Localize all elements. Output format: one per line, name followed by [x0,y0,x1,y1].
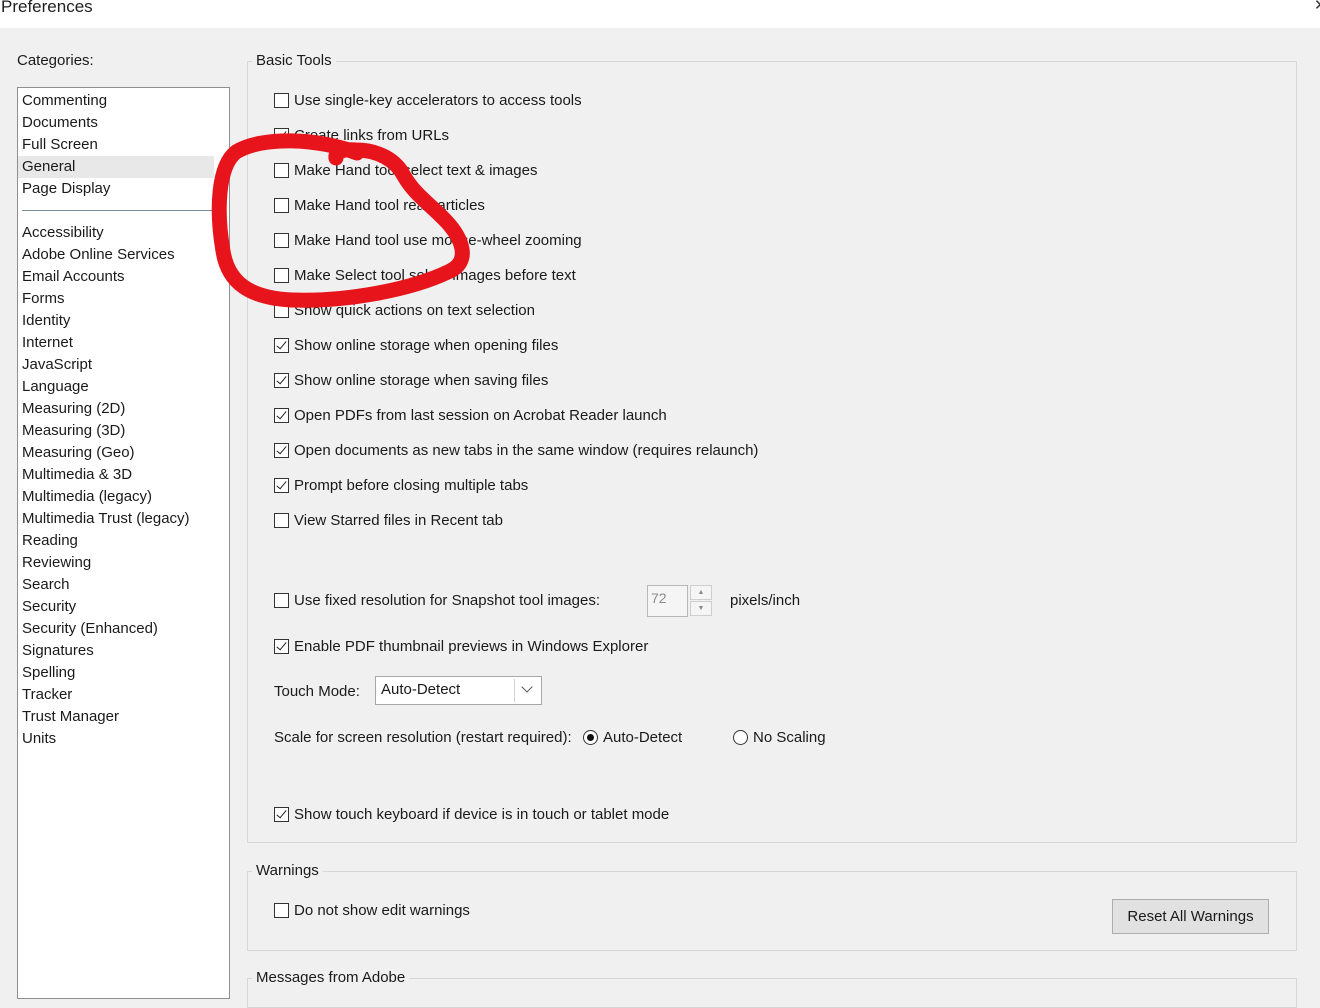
label-create-links-from-urls[interactable]: Create links from URLs [294,127,449,145]
label-single-key-accelerators[interactable]: Use single-key accelerators to access to… [294,92,582,110]
checkbox-starred-files[interactable] [274,513,289,528]
basic-tools-title: Basic Tools [252,52,336,69]
label-scale-auto-detect[interactable]: Auto-Detect [603,729,682,747]
category-item-full-screen[interactable]: Full Screen [22,134,98,156]
category-item-multimedia-3d[interactable]: Multimedia & 3D [22,464,132,486]
label-fixed-snapshot-resolution[interactable]: Use fixed resolution for Snapshot tool i… [294,592,600,610]
checkbox-storage-opening[interactable] [274,338,289,353]
checkbox-new-tabs[interactable] [274,443,289,458]
messages-title: Messages from Adobe [252,969,410,986]
category-item-measuring-3d[interactable]: Measuring (3D) [22,420,125,442]
label-quick-actions[interactable]: Show quick actions on text selection [294,302,535,320]
category-item-spelling[interactable]: Spelling [22,662,75,684]
category-item-security[interactable]: Security [22,596,76,618]
category-item-multimedia-legacy[interactable]: Multimedia (legacy) [22,486,152,508]
checkbox-create-links-from-urls[interactable] [274,128,289,143]
category-item-reading[interactable]: Reading [22,530,78,552]
category-item-security-enhanced[interactable]: Security (Enhanced) [22,618,158,640]
touch-mode-label: Touch Mode: [274,683,360,700]
radio-no-scaling[interactable] [733,730,748,745]
label-hand-tool-read-articles[interactable]: Make Hand tool read articles [294,197,485,215]
title-bar: Preferences ✕ [0,0,1320,28]
category-item-javascript[interactable]: JavaScript [22,354,92,376]
scale-label: Scale for screen resolution (restart req… [274,729,572,746]
checkbox-single-key-accelerators[interactable] [274,93,289,108]
category-item-units[interactable]: Units [22,728,56,750]
window-title: Preferences [1,0,93,16]
label-storage-saving[interactable]: Show online storage when saving files [294,372,548,390]
category-item-measuring-2d[interactable]: Measuring (2D) [22,398,125,420]
select-divider [514,679,515,702]
checkbox-no-edit-warnings[interactable] [274,903,289,918]
category-item-multimedia-trust-legacy[interactable]: Multimedia Trust (legacy) [22,508,190,530]
label-storage-opening[interactable]: Show online storage when opening files [294,337,558,355]
label-prompt-closing-tabs[interactable]: Prompt before closing multiple tabs [294,477,528,495]
checkbox-prompt-closing-tabs[interactable] [274,478,289,493]
category-item-search[interactable]: Search [22,574,70,596]
category-item-commenting[interactable]: Commenting [22,90,107,112]
touch-mode-value: Auto-Detect [381,681,461,698]
snapshot-resolution-input[interactable]: 72 [647,585,688,617]
checkbox-thumbnail-previews[interactable] [274,639,289,654]
category-item-measuring-geo[interactable]: Measuring (Geo) [22,442,135,464]
label-touch-keyboard[interactable]: Show touch keyboard if device is in touc… [294,806,669,824]
checkbox-fixed-snapshot-resolution[interactable] [274,593,289,608]
reset-all-warnings-button[interactable]: Reset All Warnings [1112,899,1269,934]
warnings-title: Warnings [252,862,323,879]
category-divider [22,210,217,211]
checkbox-hand-tool-wheel-zoom[interactable] [274,233,289,248]
snapshot-unit-label: pixels/inch [730,592,801,609]
checkbox-touch-keyboard[interactable] [274,807,289,822]
label-hand-tool-select-text[interactable]: Make Hand tool select text & images [294,162,537,180]
radio-scale-auto-detect[interactable] [583,730,598,745]
spin-down-icon[interactable]: ▼ [690,601,712,616]
label-select-tool-images-first[interactable]: Make Select tool select images before te… [294,267,576,285]
category-item-tracker[interactable]: Tracker [22,684,72,706]
categories-list[interactable]: Commenting Documents Full Screen General… [17,87,230,999]
category-item-signatures[interactable]: Signatures [22,640,94,662]
checkbox-hand-tool-read-articles[interactable] [274,198,289,213]
checkbox-select-tool-images-first[interactable] [274,268,289,283]
label-no-edit-warnings[interactable]: Do not show edit warnings [294,902,470,920]
chevron-down-icon[interactable] [521,681,533,693]
touch-mode-select[interactable]: Auto-Detect [375,676,542,705]
category-item-email-accounts[interactable]: Email Accounts [22,266,125,288]
category-item-language[interactable]: Language [22,376,89,398]
category-item-reviewing[interactable]: Reviewing [22,552,91,574]
checkbox-hand-tool-select-text[interactable] [274,163,289,178]
category-item-trust-manager[interactable]: Trust Manager [22,706,119,728]
category-item-identity[interactable]: Identity [22,310,70,332]
checkbox-storage-saving[interactable] [274,373,289,388]
category-item-page-display[interactable]: Page Display [22,178,110,200]
spin-up-icon[interactable]: ▲ [690,585,712,600]
close-icon[interactable]: ✕ [1314,0,1320,14]
label-hand-tool-wheel-zoom[interactable]: Make Hand tool use mouse-wheel zooming [294,232,582,250]
label-thumbnail-previews[interactable]: Enable PDF thumbnail previews in Windows… [294,638,648,656]
label-starred-files[interactable]: View Starred files in Recent tab [294,512,503,530]
categories-label: Categories: [17,52,94,69]
category-item-general[interactable]: General [18,156,214,178]
label-open-last-session[interactable]: Open PDFs from last session on Acrobat R… [294,407,667,425]
checkbox-open-last-session[interactable] [274,408,289,423]
category-item-accessibility[interactable]: Accessibility [22,222,104,244]
category-item-internet[interactable]: Internet [22,332,73,354]
label-new-tabs[interactable]: Open documents as new tabs in the same w… [294,442,758,460]
category-item-forms[interactable]: Forms [22,288,65,310]
label-no-scaling[interactable]: No Scaling [753,729,826,747]
checkbox-quick-actions[interactable] [274,303,289,318]
category-item-documents[interactable]: Documents [22,112,98,134]
category-item-adobe-online-services[interactable]: Adobe Online Services [22,244,175,266]
